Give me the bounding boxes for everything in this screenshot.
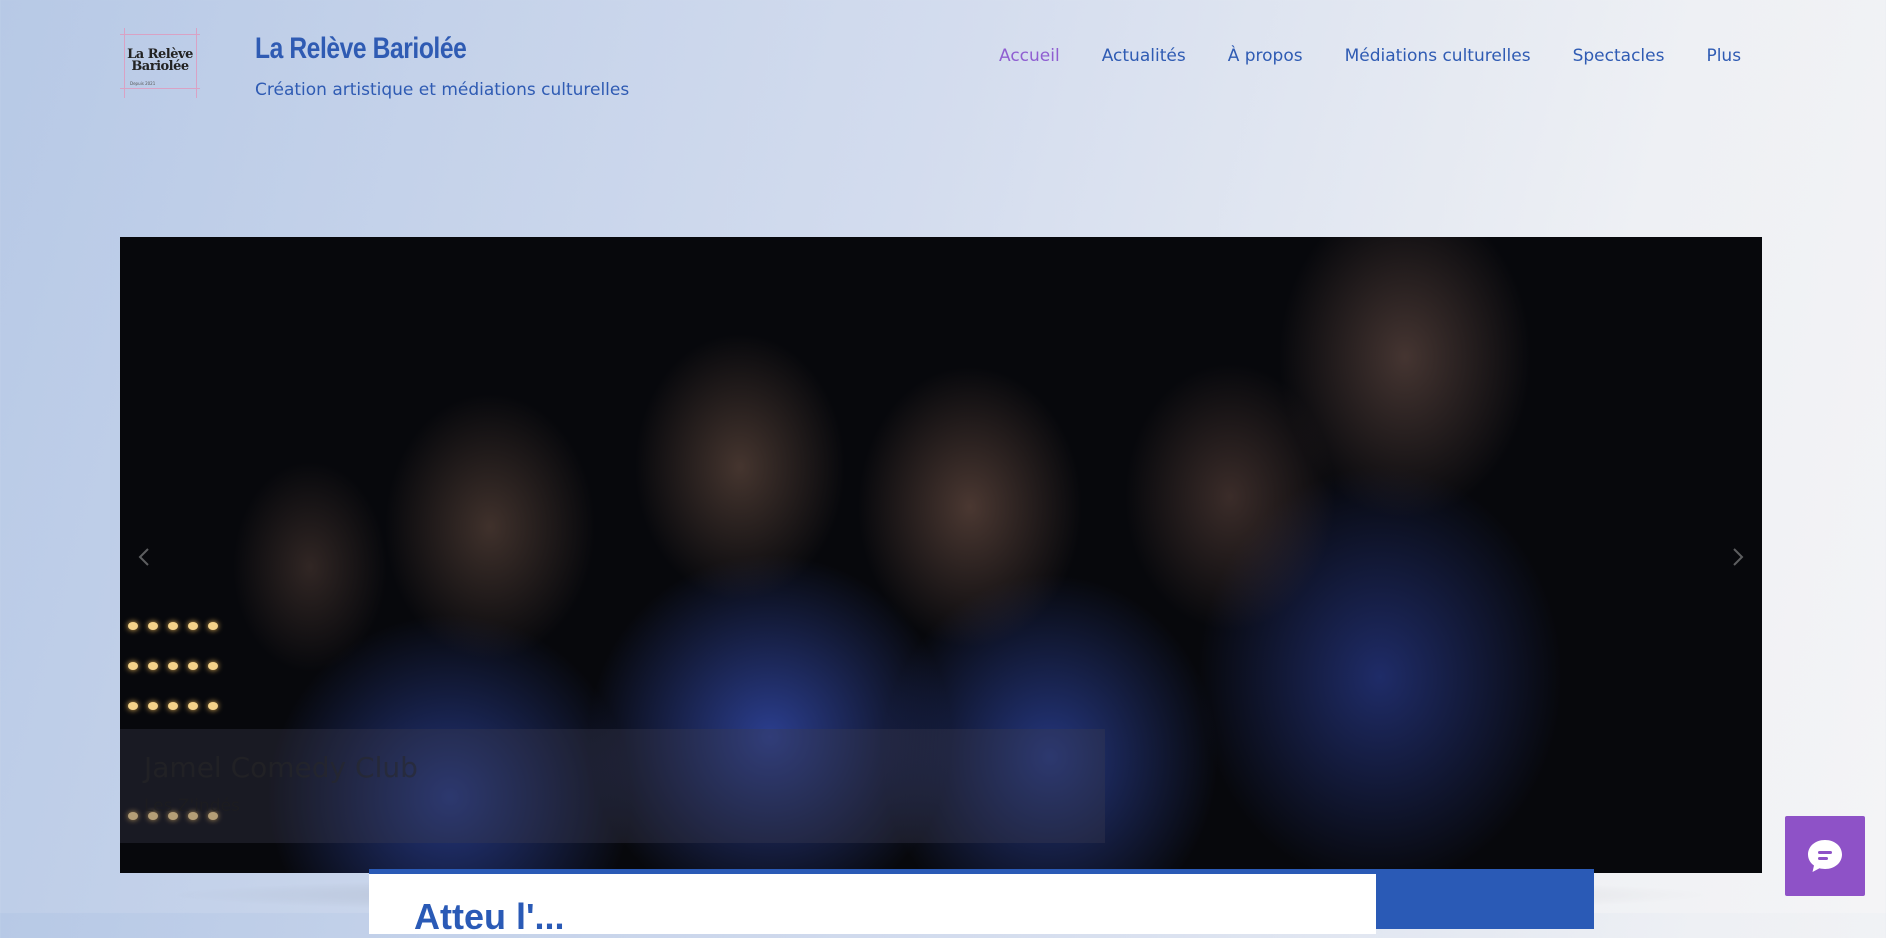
logo-small-text: Depuis 2021 bbox=[130, 81, 156, 86]
chevron-left-icon bbox=[138, 548, 149, 566]
chat-button[interactable] bbox=[1785, 816, 1865, 896]
logo-wordmark: La Relève Bariolée bbox=[127, 47, 193, 74]
site-title[interactable]: La Relève Bariolée bbox=[255, 32, 467, 66]
hero-slideshow[interactable]: Jamel Comedy Club Les Z'indés bbox=[120, 237, 1762, 873]
nav-item-actualites[interactable]: Actualités bbox=[1102, 46, 1186, 66]
slideshow-prev-button[interactable] bbox=[130, 537, 160, 577]
site-subtitle: Création artistique et médiations cultur… bbox=[255, 80, 630, 100]
nav-item-plus[interactable]: Plus bbox=[1706, 46, 1741, 66]
stage-lights-decoration bbox=[128, 622, 228, 630]
chevron-right-icon bbox=[1733, 548, 1744, 566]
stage-lights-decoration bbox=[128, 662, 228, 670]
slide-caption-subtitle: Les Z'indés bbox=[144, 796, 240, 816]
stage-lights-decoration bbox=[128, 702, 228, 710]
nav-item-spectacles[interactable]: Spectacles bbox=[1573, 46, 1665, 66]
slide-caption: Jamel Comedy Club Les Z'indés bbox=[120, 729, 1105, 843]
nav-item-accueil[interactable]: Accueil bbox=[999, 46, 1060, 66]
section-heading: Atteu l'... bbox=[414, 896, 565, 937]
chat-bubble-icon bbox=[1808, 840, 1842, 872]
nav-item-mediations-culturelles[interactable]: Médiations culturelles bbox=[1345, 46, 1531, 66]
slide-caption-title: Jamel Comedy Club bbox=[144, 751, 418, 784]
site-logo[interactable]: La Relève Bariolée Depuis 2021 bbox=[120, 28, 200, 98]
nav-item-a-propos[interactable]: À propos bbox=[1228, 46, 1303, 66]
main-navigation: Accueil Actualités À propos Médiations c… bbox=[999, 46, 1783, 66]
content-card: Atteu l'... bbox=[369, 869, 1376, 937]
slideshow-next-button[interactable] bbox=[1722, 537, 1752, 577]
accent-block bbox=[1376, 869, 1594, 929]
